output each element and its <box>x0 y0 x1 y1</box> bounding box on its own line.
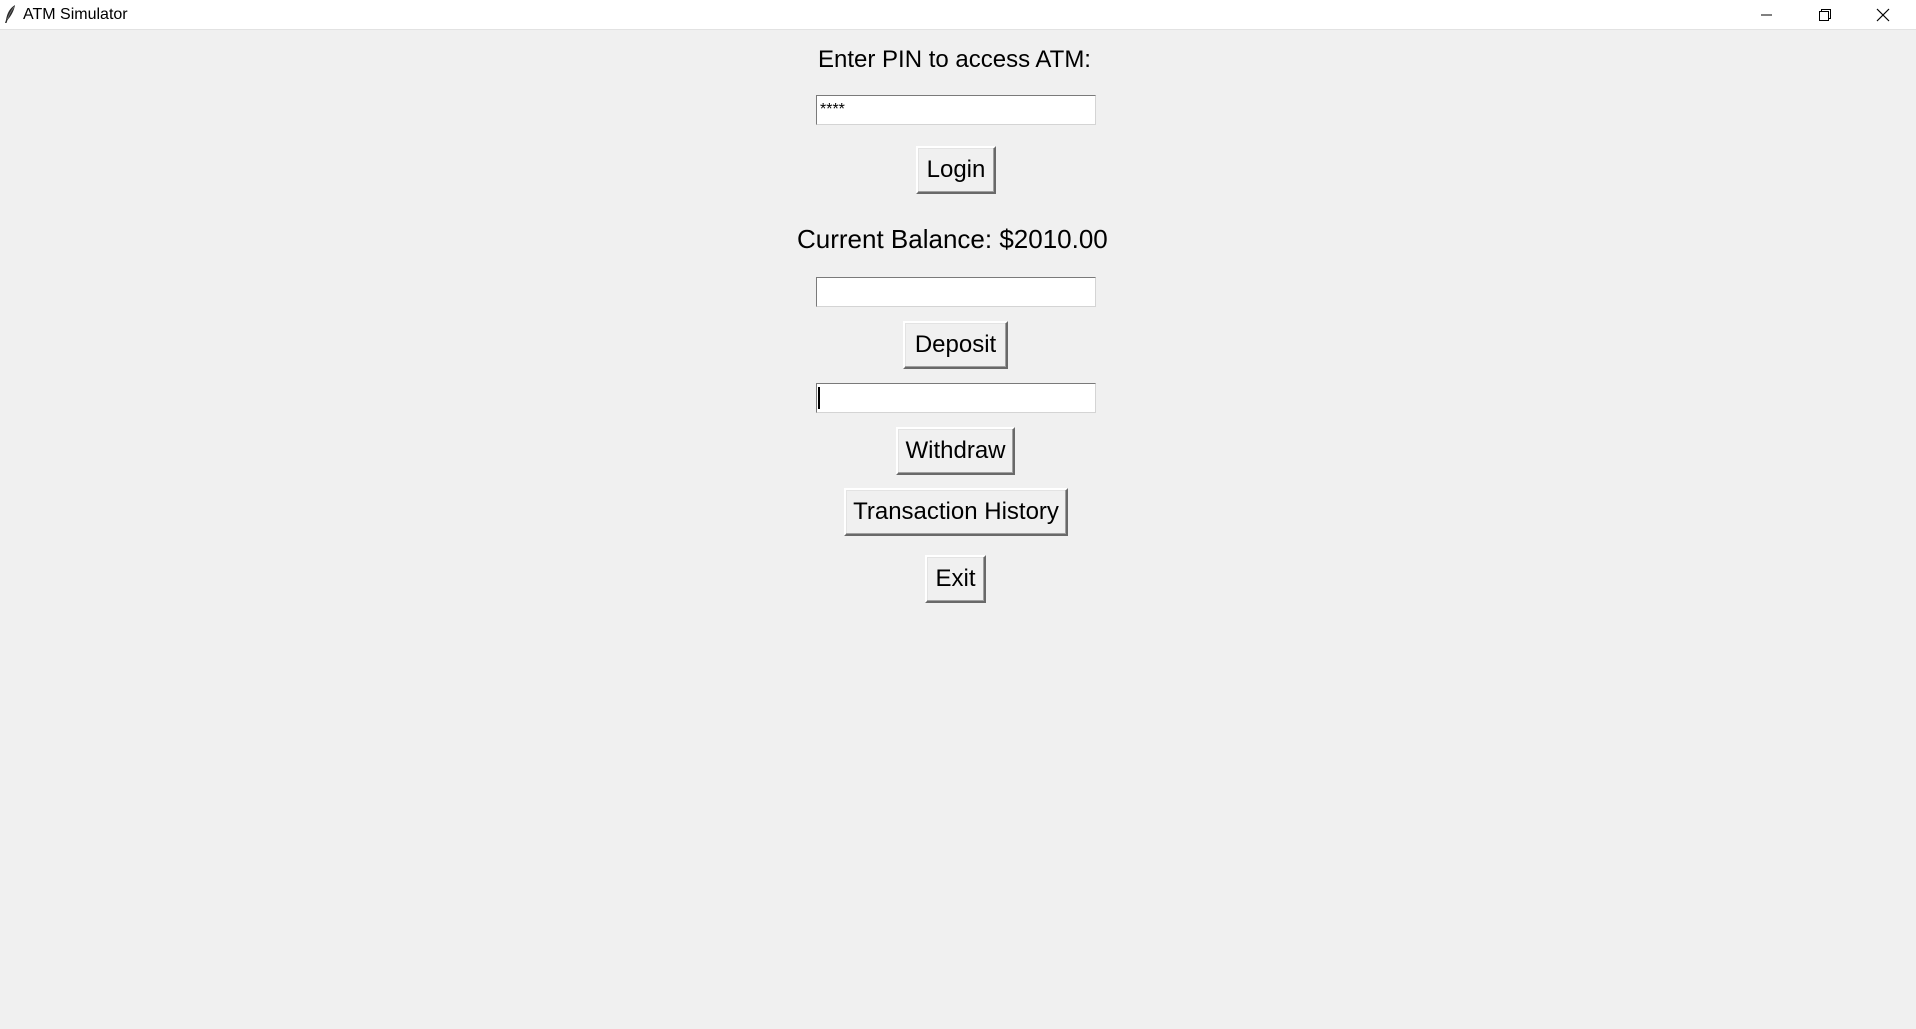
login-button[interactable]: Login <box>916 146 996 194</box>
deposit-button[interactable]: Deposit <box>903 321 1008 369</box>
withdraw-amount-input[interactable] <box>816 383 1096 413</box>
minimize-icon <box>1761 9 1773 21</box>
exit-button[interactable]: Exit <box>925 555 986 603</box>
withdraw-button[interactable]: Withdraw <box>896 427 1015 475</box>
minimize-button[interactable] <box>1738 0 1796 29</box>
pin-input[interactable] <box>816 95 1096 125</box>
title-bar[interactable]: ATM Simulator <box>0 0 1916 30</box>
window-title: ATM Simulator <box>23 6 128 23</box>
feather-icon <box>3 4 17 24</box>
atm-window: ATM Simulator Enter PIN to access ATM: *… <box>0 0 1916 1029</box>
deposit-amount-input[interactable] <box>816 277 1096 307</box>
restore-icon <box>1819 8 1831 21</box>
pin-prompt-label: Enter PIN to access ATM: <box>818 46 1091 73</box>
maximize-button[interactable] <box>1796 0 1854 29</box>
close-button[interactable] <box>1854 0 1912 29</box>
close-icon <box>1876 8 1890 22</box>
text-cursor <box>818 387 820 409</box>
balance-label: Current Balance: $2010.00 <box>797 224 1108 254</box>
transaction-history-button[interactable]: Transaction History <box>844 488 1068 536</box>
atm-content: Enter PIN to access ATM: Login Current B… <box>0 30 1916 1029</box>
